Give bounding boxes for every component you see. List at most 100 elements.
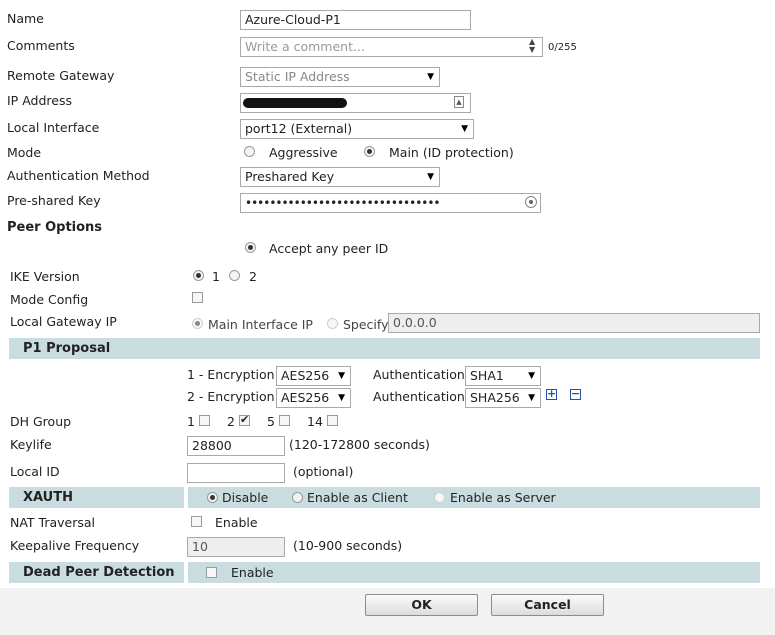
- dh1-label: 1: [187, 414, 195, 429]
- chevron-down-icon: ▼: [528, 393, 535, 403]
- ip-address-label: IP Address: [7, 93, 72, 108]
- xauth-server-radio[interactable]: [434, 492, 445, 503]
- nat-traversal-enable-label: Enable: [215, 515, 258, 530]
- name-input[interactable]: Azure-Cloud-P1: [240, 10, 471, 30]
- specify-radio[interactable]: [327, 318, 338, 329]
- mode-aggressive-radio[interactable]: [244, 146, 255, 157]
- keylife-input[interactable]: 28800: [187, 436, 285, 456]
- mode-label: Mode: [7, 145, 42, 160]
- mode-config-label: Mode Config: [10, 292, 89, 307]
- ip-address-input[interactable]: ▲: [240, 93, 471, 113]
- ike-v2-label: 2: [249, 269, 257, 284]
- dh5-label: 5: [267, 414, 275, 429]
- auth-method-value: Preshared Key: [245, 169, 335, 184]
- section-divider: [184, 487, 188, 508]
- proposal-2-encryption-label: 2 - Encryption: [187, 389, 275, 404]
- remove-proposal-icon[interactable]: −: [570, 388, 581, 400]
- xauth-server-label: Enable as Server: [450, 490, 556, 505]
- proposal-2-auth-value: SHA256: [470, 390, 520, 405]
- dh2-label: 2: [227, 414, 235, 429]
- local-id-input[interactable]: [187, 463, 285, 483]
- remote-gateway-select[interactable]: Static IP Address ▼: [240, 67, 440, 87]
- mode-aggressive-label: Aggressive: [269, 145, 338, 160]
- psk-value: ••••••••••••••••••••••••••••••••: [245, 196, 440, 210]
- xauth-title: XAUTH: [23, 490, 73, 505]
- ike-v1-label: 1: [212, 269, 220, 284]
- p1-proposal-header: P1 Proposal: [9, 338, 760, 359]
- dpd-title: Dead Peer Detection: [23, 565, 175, 580]
- local-id-hint: (optional): [293, 464, 354, 479]
- proposal-2-encryption-select[interactable]: AES256 ▼: [276, 388, 351, 408]
- redaction-mark: [243, 98, 347, 108]
- xauth-client-radio[interactable]: [292, 492, 303, 503]
- p1-proposal-title: P1 Proposal: [23, 341, 111, 356]
- chevron-down-icon: ▼: [427, 172, 434, 182]
- accept-any-peer-label: Accept any peer ID: [269, 241, 389, 256]
- xauth-disable-label: Disable: [222, 490, 269, 505]
- chevron-down-icon: ▼: [338, 393, 345, 403]
- psk-label: Pre-shared Key: [7, 193, 101, 208]
- xauth-header: XAUTH Disable Enable as Client Enable as…: [9, 487, 760, 508]
- dh5-checkbox[interactable]: [279, 415, 290, 426]
- xauth-disable-radio[interactable]: [207, 492, 218, 503]
- comments-textarea[interactable]: Write a comment...: [240, 37, 543, 57]
- keepalive-hint: (10-900 seconds): [293, 538, 403, 553]
- ike-v1-radio[interactable]: [193, 270, 204, 281]
- name-label: Name: [7, 11, 44, 26]
- chevron-down-icon: ▼: [528, 371, 535, 381]
- nat-traversal-checkbox[interactable]: [191, 516, 202, 527]
- proposal-1-auth-select[interactable]: SHA1 ▼: [465, 366, 541, 386]
- comments-label: Comments: [7, 38, 75, 53]
- show-password-icon[interactable]: [525, 196, 537, 208]
- eye-pupil: [529, 200, 533, 204]
- dh2-checkbox[interactable]: [239, 413, 250, 426]
- mode-main-radio[interactable]: [364, 146, 375, 157]
- specify-label: Specify: [343, 317, 389, 332]
- peer-options-heading: Peer Options: [7, 220, 103, 235]
- specify-ip-input[interactable]: 0.0.0.0: [388, 313, 760, 333]
- xauth-client-label: Enable as Client: [307, 490, 408, 505]
- dpd-header: Dead Peer Detection Enable: [9, 562, 760, 583]
- keylife-label: Keylife: [10, 437, 52, 452]
- mode-config-checkbox[interactable]: [192, 292, 203, 303]
- proposal-1-encryption-select[interactable]: AES256 ▼: [276, 366, 351, 386]
- mode-main-label: Main (ID protection): [389, 145, 514, 160]
- main-interface-ip-radio[interactable]: [192, 318, 203, 329]
- ok-button[interactable]: OK: [365, 594, 478, 616]
- dh14-checkbox[interactable]: [327, 415, 338, 426]
- spinner-arrows-icon[interactable]: ▲ ▼: [529, 38, 535, 54]
- local-interface-label: Local Interface: [7, 120, 100, 135]
- chevron-down-icon: ▼: [461, 124, 468, 134]
- nat-traversal-label: NAT Traversal: [10, 515, 96, 530]
- psk-input[interactable]: ••••••••••••••••••••••••••••••••: [240, 193, 541, 213]
- chevron-down-icon: ▼: [427, 72, 434, 82]
- section-divider: [184, 562, 188, 583]
- proposal-1-encryption-value: AES256: [281, 368, 330, 383]
- dpd-checkbox[interactable]: [206, 567, 217, 578]
- add-proposal-icon[interactable]: +: [546, 388, 557, 400]
- cancel-button[interactable]: Cancel: [491, 594, 604, 616]
- proposal-2-auth-label: Authentication: [373, 389, 465, 404]
- local-interface-select[interactable]: port12 (External) ▼: [240, 119, 474, 139]
- accept-any-peer-radio[interactable]: [245, 242, 256, 253]
- main-interface-ip-label: Main Interface IP: [208, 317, 313, 332]
- keylife-hint: (120-172800 seconds): [289, 437, 430, 452]
- proposal-1-auth-value: SHA1: [470, 368, 504, 383]
- ike-version-label: IKE Version: [10, 269, 80, 284]
- remote-gateway-label: Remote Gateway: [7, 68, 115, 83]
- chevron-down-icon: ▼: [338, 371, 345, 381]
- keepalive-input[interactable]: 10: [187, 537, 285, 557]
- local-gateway-label: Local Gateway IP: [10, 314, 117, 329]
- contact-card-icon[interactable]: ▲: [454, 96, 464, 108]
- dpd-enable-label: Enable: [231, 565, 274, 580]
- dh-group-label: DH Group: [10, 414, 72, 429]
- ike-v2-radio[interactable]: [229, 270, 240, 281]
- proposal-1-encryption-label: 1 - Encryption: [187, 367, 275, 382]
- local-interface-value: port12 (External): [245, 121, 353, 136]
- proposal-2-auth-select[interactable]: SHA256 ▼: [465, 388, 541, 408]
- auth-method-select[interactable]: Preshared Key ▼: [240, 167, 440, 187]
- auth-method-label: Authentication Method: [7, 168, 150, 183]
- proposal-1-auth-label: Authentication: [373, 367, 465, 382]
- dh1-checkbox[interactable]: [199, 415, 210, 426]
- comments-char-count: 0/255: [548, 42, 577, 53]
